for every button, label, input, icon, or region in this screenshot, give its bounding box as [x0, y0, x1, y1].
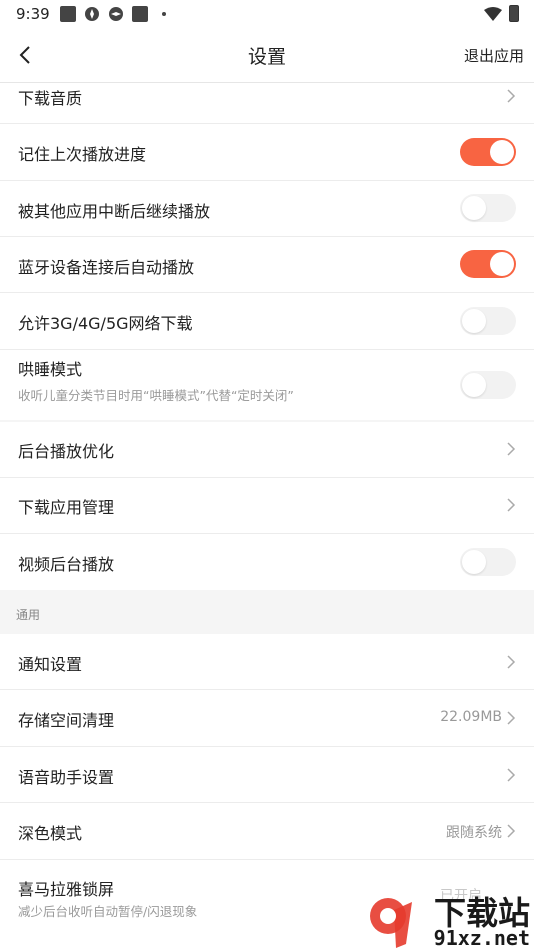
watermark-url: 91xz.net [433, 926, 530, 950]
toggle-knob [462, 309, 486, 333]
toggle-knob [462, 196, 486, 220]
row-video-background: 视频后台播放 [0, 534, 534, 590]
chevron-right-icon [507, 824, 516, 838]
wifi-icon [484, 7, 502, 21]
row-label: 被其他应用中断后继续播放 [18, 202, 211, 221]
notification-square-icon-2 [132, 6, 148, 22]
row-storage-clean[interactable]: 存储空间清理 22.09MB [0, 690, 534, 747]
row-label: 下载应用管理 [18, 498, 115, 517]
row-background-optimize[interactable]: 后台播放优化 [0, 422, 534, 478]
row-dark-mode[interactable]: 深色模式 跟随系统 [0, 803, 534, 860]
watermark-emblem-icon [370, 898, 412, 948]
chevron-right-icon [507, 442, 516, 456]
toggle-knob [490, 252, 514, 276]
more-notifications-dot [162, 12, 166, 16]
row-resume-after-interrupt: 被其他应用中断后继续播放 [0, 181, 534, 237]
chevron-right-icon [507, 768, 516, 782]
row-label: 语音助手设置 [18, 768, 115, 787]
row-label: 记住上次播放进度 [18, 145, 147, 164]
row-sublabel: 减少后台收听自动暂停/闪退现象 [18, 904, 198, 919]
video-background-toggle[interactable] [460, 548, 516, 576]
status-time: 9:39 [16, 5, 50, 23]
resume-after-interrupt-toggle[interactable] [460, 194, 516, 222]
exit-app-button[interactable]: 退出应用 [464, 45, 524, 66]
row-voice-assistant[interactable]: 语音助手设置 [0, 747, 534, 803]
row-label: 哄睡模式 [18, 360, 83, 379]
dark-mode-value: 跟随系统 [446, 825, 502, 841]
watermark-logo: 下载站 91xz.net [360, 888, 534, 950]
row-sublabel: 收听儿童分类节目时用“哄睡模式”代替“定时关闭” [18, 388, 294, 403]
page-title: 设置 [247, 46, 286, 68]
row-label: 通知设置 [18, 655, 83, 674]
row-mobile-download: 允许3G/4G/5G网络下载 [0, 293, 534, 350]
mobile-download-toggle[interactable] [460, 307, 516, 335]
app-notification-icon-2 [109, 7, 123, 21]
remember-progress-toggle[interactable] [460, 138, 516, 166]
chevron-right-icon [507, 89, 516, 103]
row-bluetooth-autoplay: 蓝牙设备连接后自动播放 [0, 237, 534, 293]
storage-size-value: 22.09MB [440, 709, 502, 725]
battery-icon [509, 5, 519, 22]
status-bar: 9:39 [0, 0, 534, 30]
chevron-right-icon [507, 655, 516, 669]
toggle-knob [462, 373, 486, 397]
row-label: 下载音质 [18, 89, 83, 108]
sleep-mode-toggle[interactable] [460, 371, 516, 399]
row-remember-progress: 记住上次播放进度 [0, 124, 534, 181]
toggle-knob [462, 550, 486, 574]
section-label: 通用 [16, 608, 41, 622]
toggle-knob [490, 140, 514, 164]
row-label: 喜马拉雅锁屏 [18, 880, 115, 899]
row-label: 后台播放优化 [18, 442, 115, 461]
row-download-quality[interactable]: 下载音质 [0, 83, 534, 124]
row-label: 视频后台播放 [18, 555, 115, 574]
row-notification[interactable]: 通知设置 [0, 634, 534, 690]
app-notification-icon [85, 7, 99, 21]
section-header-general: 通用 [0, 590, 534, 634]
bluetooth-autoplay-toggle[interactable] [460, 250, 516, 278]
row-label: 允许3G/4G/5G网络下载 [18, 314, 193, 333]
row-label: 蓝牙设备连接后自动播放 [18, 258, 195, 277]
top-bar: 设置 退出应用 [0, 30, 534, 83]
row-sleep-mode: 哄睡模式 收听儿童分类节目时用“哄睡模式”代替“定时关闭” [0, 350, 534, 420]
chevron-right-icon [507, 498, 516, 512]
row-label: 深色模式 [18, 824, 83, 843]
chevron-right-icon [507, 711, 516, 725]
notification-square-icon [60, 6, 76, 22]
row-download-app-manage[interactable]: 下载应用管理 [0, 478, 534, 534]
row-label: 存储空间清理 [18, 711, 115, 730]
